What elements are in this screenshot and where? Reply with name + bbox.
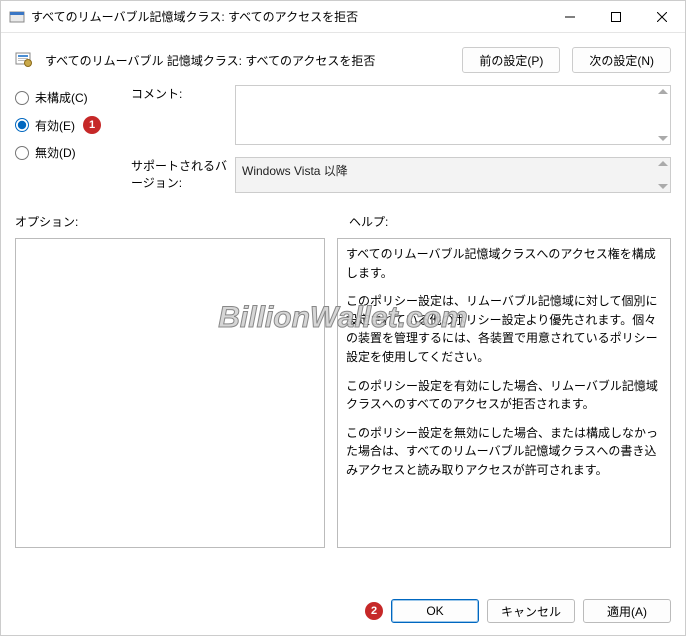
help-paragraph: このポリシー設定を有効にした場合、リムーバブル記憶域クラスへのすべてのアクセスが…: [346, 377, 662, 414]
prev-setting-button[interactable]: 前の設定(P): [462, 47, 560, 73]
policy-icon: [15, 51, 33, 69]
options-label: オプション:: [15, 213, 337, 230]
cancel-button[interactable]: キャンセル: [487, 599, 575, 623]
app-icon: [9, 9, 25, 25]
ok-button[interactable]: OK: [391, 599, 479, 623]
help-paragraph: すべてのリムーバブル記憶域クラスへのアクセス権を構成します。: [346, 245, 662, 282]
comment-input[interactable]: [235, 85, 671, 145]
help-panel: すべてのリムーバブル記憶域クラスへのアクセス権を構成します。 このポリシー設定は…: [337, 238, 671, 548]
maximize-button[interactable]: [593, 1, 639, 33]
radio-enabled-label: 有効(E): [35, 117, 75, 134]
scroll-up-icon[interactable]: [658, 161, 668, 166]
dialog-footer: 2 OK キャンセル 適用(A): [1, 587, 685, 635]
radio-enabled[interactable]: 有効(E) 1: [15, 116, 113, 134]
callout-1: 1: [83, 116, 101, 134]
policy-header: すべてのリムーバブル 記憶域クラス: すべてのアクセスを拒否 前の設定(P) 次…: [1, 33, 685, 83]
callout-2: 2: [365, 602, 383, 620]
window-title: すべてのリムーバブル記憶域クラス: すべてのアクセスを拒否: [31, 8, 547, 25]
radio-enabled-input[interactable]: [15, 118, 29, 132]
titlebar: すべてのリムーバブル記憶域クラス: すべてのアクセスを拒否: [1, 1, 685, 33]
scroll-down-icon[interactable]: [658, 136, 668, 141]
help-paragraph: このポリシー設定を無効にした場合、または構成しなかった場合は、すべてのリムーバブ…: [346, 424, 662, 480]
next-setting-button[interactable]: 次の設定(N): [572, 47, 671, 73]
comment-label: コメント:: [131, 85, 235, 102]
help-paragraph: このポリシー設定は、リムーバブル記憶域に対して個別に設定されている他のポリシー設…: [346, 292, 662, 366]
window-controls: [547, 1, 685, 32]
options-panel: [15, 238, 325, 548]
radio-not-configured-label: 未構成(C): [35, 89, 88, 106]
radio-disabled-input[interactable]: [15, 146, 29, 160]
close-button[interactable]: [639, 1, 685, 33]
scroll-down-icon[interactable]: [658, 184, 668, 189]
radio-not-configured[interactable]: 未構成(C): [15, 89, 113, 106]
help-label: ヘルプ:: [349, 213, 388, 230]
apply-button[interactable]: 適用(A): [583, 599, 671, 623]
scroll-up-icon[interactable]: [658, 89, 668, 94]
radio-disabled-label: 無効(D): [35, 144, 76, 161]
support-box: Windows Vista 以降: [235, 157, 671, 193]
policy-title: すべてのリムーバブル 記憶域クラス: すべてのアクセスを拒否: [45, 52, 450, 69]
support-value: Windows Vista 以降: [242, 164, 348, 178]
radio-disabled[interactable]: 無効(D): [15, 144, 113, 161]
radio-not-configured-input[interactable]: [15, 91, 29, 105]
state-radio-group: 未構成(C) 有効(E) 1 無効(D): [15, 85, 113, 193]
minimize-button[interactable]: [547, 1, 593, 33]
support-label: サポートされるバージョン:: [131, 157, 235, 191]
